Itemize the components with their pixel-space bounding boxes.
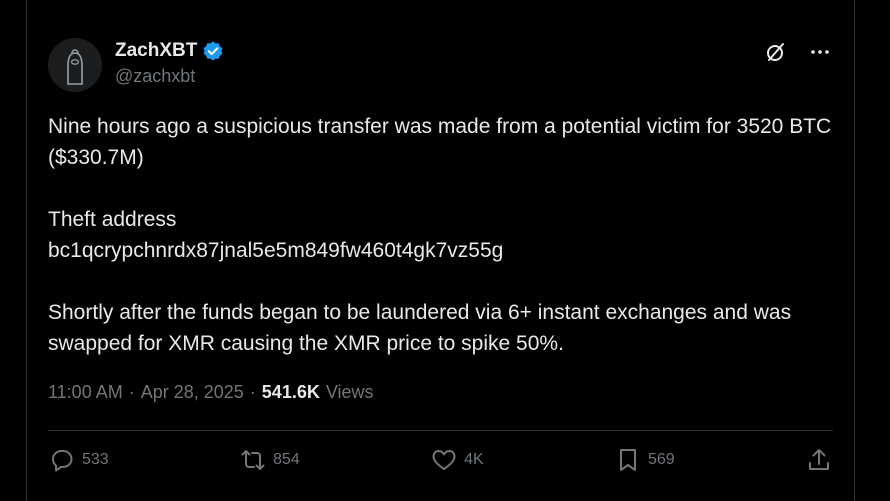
tweet-paragraph: Theft address (48, 208, 177, 231)
divider (48, 430, 833, 431)
top-actions (764, 40, 832, 64)
like-button[interactable]: 4K (430, 446, 484, 474)
reply-button[interactable]: 533 (48, 446, 109, 474)
repost-button[interactable]: 854 (239, 446, 300, 474)
tweet-paragraph: bc1qcrypchnrdx87jnal5e5m849fw460t4gk7vz5… (48, 239, 504, 262)
avatar[interactable] (48, 38, 102, 92)
author-name[interactable]: ZachXBT (115, 40, 197, 62)
tweet-time[interactable]: 11:00 AM (48, 382, 123, 403)
more-icon[interactable] (808, 40, 832, 64)
views-count: 541.6K (261, 382, 320, 402)
meta-separator: · (128, 382, 135, 402)
tweet-date[interactable]: Apr 28, 2025 (141, 382, 244, 403)
verified-badge-icon (202, 40, 224, 62)
tweet-paragraph: Nine hours ago a suspicious transfer was… (48, 115, 832, 169)
bookmark-button[interactable]: 569 (614, 446, 675, 474)
like-count: 4K (464, 451, 484, 468)
grok-icon[interactable] (764, 40, 788, 64)
author-name-row[interactable]: ZachXBT (115, 40, 224, 62)
views-label: Views (325, 382, 374, 402)
reply-count: 533 (82, 451, 109, 468)
bookmark-count: 569 (647, 451, 675, 468)
author-handle[interactable]: @zachxbt (115, 66, 195, 87)
tweet-card: ZachXBT @zachxbt Nine hours ago a suspic… (26, 0, 855, 501)
tweet-text: Nine hours ago a suspicious transfer was… (48, 111, 838, 359)
action-bar: 533 854 4K 569 (48, 445, 833, 475)
tweet-meta: 11:00 AM · Apr 28, 2025 · 541.6K Views (48, 382, 374, 403)
bookmark-icon (619, 449, 636, 471)
share-icon (809, 449, 829, 470)
reply-icon (52, 450, 73, 472)
meta-separator: · (249, 382, 256, 402)
share-button[interactable] (805, 446, 833, 474)
repost-icon (241, 450, 265, 470)
like-icon (432, 450, 456, 470)
repost-count: 854 (273, 451, 300, 468)
tweet-paragraph: Shortly after the funds began to be laun… (48, 301, 792, 355)
